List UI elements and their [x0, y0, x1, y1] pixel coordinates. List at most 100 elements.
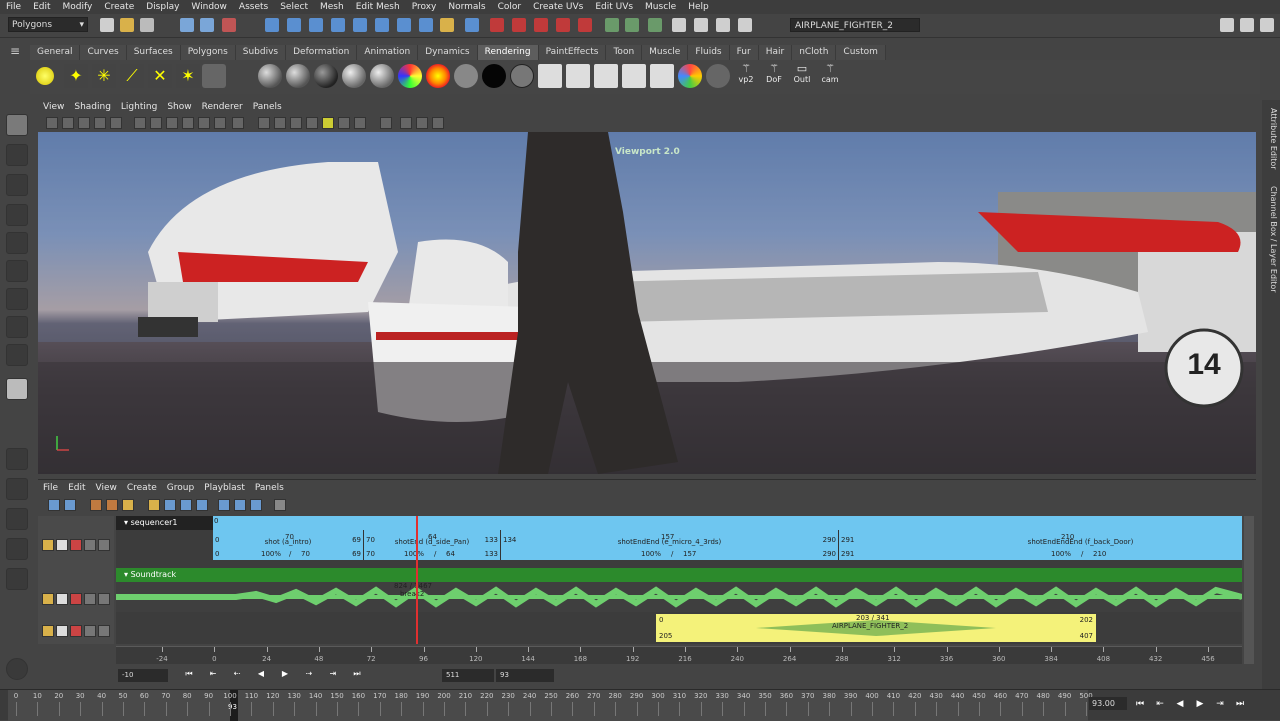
track-lock-icon[interactable] [42, 539, 54, 551]
outl-shelf-button[interactable]: ▭ Outl [790, 62, 814, 90]
smooth-shade-icon[interactable] [274, 117, 286, 129]
shelf-tab-fur[interactable]: Fur [729, 45, 759, 60]
menu-item-muscle[interactable]: Muscle [639, 2, 682, 12]
history-icon[interactable] [578, 18, 592, 32]
menu-item-proxy[interactable]: Proxy [406, 2, 443, 12]
sequencer-ruler[interactable]: -24 0 24 48 72 96 120 144 168 192 216 240 264 288 312 3… [116, 646, 1242, 664]
shelf-tab-rendering[interactable]: Rendering [477, 45, 539, 60]
shelf-tab-custom[interactable]: Custom [836, 45, 886, 60]
use-background-icon[interactable] [454, 64, 478, 88]
sequencer-tracks[interactable]: ▾ sequencer1 0 70 0 69 shot (a_intro) 0 … [116, 516, 1242, 644]
snap-grid-icon[interactable] [465, 18, 479, 32]
spot-light-icon[interactable]: ⟋ [120, 64, 144, 88]
select-surfaces-icon[interactable] [331, 18, 345, 32]
safe-title-icon[interactable] [232, 117, 244, 129]
open-scene-icon[interactable] [120, 18, 134, 32]
sequencer-time-icon[interactable] [148, 499, 160, 511]
ocean-shader-icon[interactable] [510, 64, 534, 88]
toolbox-settings-icon[interactable] [6, 658, 28, 680]
ipr-render-icon[interactable] [694, 18, 708, 32]
panel-menu-panels[interactable]: Panels [248, 102, 287, 112]
track-solo-icon[interactable] [250, 499, 262, 511]
shelf-tab-surfaces[interactable]: Surfaces [126, 45, 181, 60]
track-expand-icon[interactable] [98, 593, 110, 605]
menu-item-assets[interactable]: Assets [233, 2, 274, 12]
shot-clip[interactable]: 157 134 290 shotEndEnd (e_micro_4_3rds) … [501, 530, 838, 572]
split-shot-icon[interactable] [106, 499, 118, 511]
use-default-light-icon[interactable] [322, 117, 334, 129]
object-name-field[interactable]: AIRPLANE_FIGHTER_2 [790, 18, 920, 32]
channel-box-toggle-icon[interactable] [1260, 18, 1274, 32]
ripple-edit-icon[interactable] [122, 499, 134, 511]
shot-camera-icon[interactable] [180, 499, 192, 511]
render-view-icon[interactable] [672, 18, 686, 32]
playback-play-back-icon[interactable]: ◀ [1172, 697, 1188, 711]
vp2-shelf-button[interactable]: ⚚ vp2 [734, 62, 758, 90]
attribute-editor-toggle-icon[interactable] [1220, 18, 1234, 32]
sequencer-menu-panels[interactable]: Panels [250, 483, 289, 493]
grid-toggle-icon[interactable] [134, 117, 146, 129]
select-handles-icon[interactable] [265, 18, 279, 32]
shelf-tab-deformation[interactable]: Deformation [286, 45, 358, 60]
ramp-shader-icon[interactable] [398, 64, 422, 88]
menu-item-create-uvs[interactable]: Create UVs [527, 2, 589, 12]
save-scene-icon[interactable] [140, 18, 154, 32]
blinn-material-icon[interactable] [230, 64, 254, 88]
volume-light-icon[interactable]: ✶ [176, 64, 200, 88]
track-lock-icon[interactable] [42, 625, 54, 637]
bookmark-icon[interactable] [78, 117, 90, 129]
layered-shader-icon[interactable] [370, 64, 394, 88]
track-solo-icon[interactable] [70, 593, 82, 605]
phong-material-icon[interactable] [286, 64, 310, 88]
menu-item-edit-uvs[interactable]: Edit UVs [589, 2, 639, 12]
shelf-tab-general[interactable]: General [30, 45, 81, 60]
image-plane-icon[interactable] [94, 117, 106, 129]
frame-selection-icon[interactable] [64, 499, 76, 511]
track-expand-icon[interactable] [98, 625, 110, 637]
cam-shelf-button[interactable]: ⚚ cam [818, 62, 842, 90]
sequencer-menu-view[interactable]: View [91, 483, 122, 493]
ipr-shelf-icon[interactable] [594, 64, 618, 88]
hypershade-icon[interactable] [738, 18, 752, 32]
track-lock-icon[interactable] [218, 499, 230, 511]
select-deformations-icon[interactable] [353, 18, 367, 32]
menu-item-create[interactable]: Create [98, 2, 140, 12]
track-mute-icon[interactable] [56, 593, 68, 605]
sequencer-menu-file[interactable]: File [38, 483, 63, 493]
track-controls-1[interactable] [42, 538, 110, 552]
phong-e-material-icon[interactable] [314, 64, 338, 88]
shelf-tab-curves[interactable]: Curves [80, 45, 127, 60]
select-rendering-icon[interactable] [397, 18, 411, 32]
four-view-layout-icon[interactable] [6, 448, 28, 470]
input-output-icon[interactable] [605, 18, 619, 32]
render-view-shelf-icon[interactable] [538, 64, 562, 88]
menu-item-help[interactable]: Help [682, 2, 715, 12]
track-expand-icon[interactable] [98, 539, 110, 551]
start-frame-field[interactable]: -10 [118, 669, 168, 682]
sequencer-scrollbar[interactable] [1244, 516, 1254, 664]
render-settings-icon[interactable] [716, 18, 730, 32]
paint-select-tool-icon[interactable] [6, 174, 28, 196]
single-perspective-layout-icon[interactable] [6, 378, 28, 400]
shelf-tab-dynamics[interactable]: Dynamics [418, 45, 478, 60]
film-gate-icon[interactable] [150, 117, 162, 129]
track-mute-icon[interactable] [56, 539, 68, 551]
play-backward-icon[interactable]: ◀ [254, 668, 268, 680]
select-by-object-icon[interactable] [200, 18, 214, 32]
go-to-start-icon[interactable]: ⏮ [182, 668, 196, 680]
viewport-3d[interactable]: Viewport 2.0 14 [38, 132, 1256, 474]
shelf-menu[interactable]: ≡ [4, 44, 26, 94]
channel-box-tab[interactable]: Channel Box / Layer Editor [1264, 186, 1278, 293]
audio-track-1[interactable]: 824 / 1467 break2 [116, 582, 1242, 612]
menu-item-mesh[interactable]: Mesh [314, 2, 350, 12]
track-lock-icon[interactable] [42, 593, 54, 605]
ubercam-icon[interactable] [196, 499, 208, 511]
resolution-gate-icon[interactable] [166, 117, 178, 129]
sequencer-track-bar[interactable]: 0 [213, 516, 1242, 530]
panel-menu-view[interactable]: View [38, 102, 69, 112]
step-back-key-icon[interactable]: ⇤ [206, 668, 220, 680]
menu-item-window[interactable]: Window [185, 2, 233, 12]
mode-selector[interactable]: Polygons ▾ [8, 17, 88, 32]
render-globals-shelf-icon[interactable] [622, 64, 646, 88]
sequencer-playhead[interactable] [416, 516, 418, 644]
